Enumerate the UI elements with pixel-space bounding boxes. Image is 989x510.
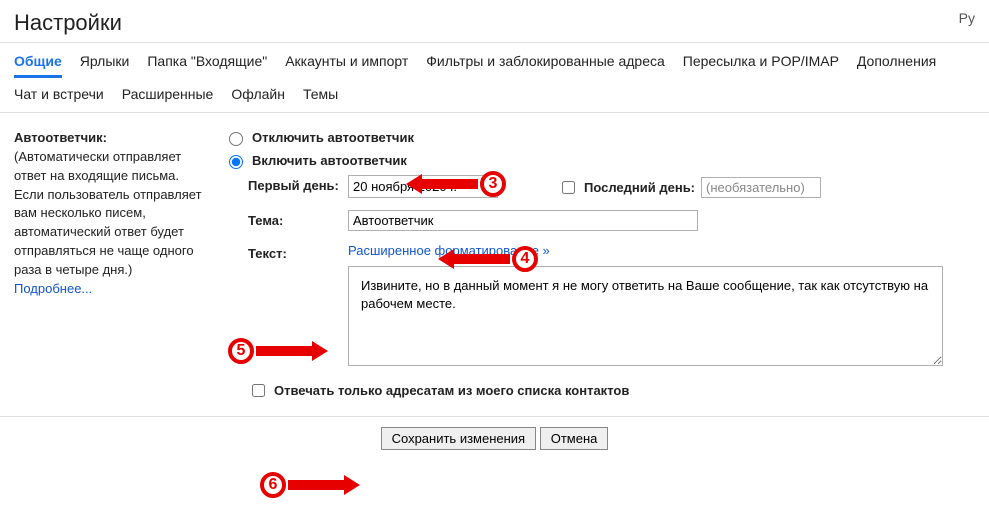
sidebar-title: Автоответчик: <box>14 130 107 145</box>
tab-labels[interactable]: Ярлыки <box>80 53 130 78</box>
rich-formatting-link[interactable]: Расширенное форматирование » <box>348 243 550 258</box>
save-button[interactable]: Сохранить изменения <box>381 427 537 450</box>
subject-input[interactable] <box>348 210 698 231</box>
contacts-only-label: Отвечать только адресатам из моего списк… <box>274 383 629 398</box>
tab-chat[interactable]: Чат и встречи <box>14 86 104 102</box>
radio-vacation-off-label: Отключить автоответчик <box>252 130 414 145</box>
sidebar-description: (Автоматически отправляет ответ на входя… <box>14 149 202 277</box>
last-day-label: Последний день: <box>584 180 695 195</box>
section-sidebar: Автоответчик: (Автоматически отправляет … <box>14 129 204 416</box>
tab-advanced[interactable]: Расширенные <box>122 86 214 102</box>
body-textarea[interactable] <box>348 266 943 366</box>
language-indicator[interactable]: Ру <box>959 10 975 36</box>
tab-general[interactable]: Общие <box>14 53 62 78</box>
contacts-only-checkbox[interactable] <box>252 384 265 397</box>
radio-vacation-on[interactable] <box>229 155 243 169</box>
button-row: Сохранить изменения Отмена <box>0 417 989 468</box>
subject-label: Тема: <box>248 210 348 228</box>
annotation-6: 6 <box>260 472 286 498</box>
first-day-input[interactable] <box>348 175 498 198</box>
tab-offline[interactable]: Офлайн <box>231 86 285 102</box>
tabs-secondary: Чат и встречи Расширенные Офлайн Темы <box>0 78 989 113</box>
tab-filters[interactable]: Фильтры и заблокированные адреса <box>426 53 665 78</box>
tab-inbox[interactable]: Папка "Входящие" <box>147 53 267 78</box>
tabs-primary: Общие Ярлыки Папка "Входящие" Аккаунты и… <box>0 42 989 78</box>
last-day-input <box>701 177 821 198</box>
tab-forwarding[interactable]: Пересылка и POP/IMAP <box>683 53 839 78</box>
tab-accounts[interactable]: Аккаунты и импорт <box>285 53 408 78</box>
section-form: Отключить автоответчик Включить автоотве… <box>224 129 975 416</box>
header: Настройки Ру <box>0 0 989 42</box>
last-day-checkbox[interactable] <box>562 181 575 194</box>
page-title: Настройки <box>14 10 122 36</box>
first-day-label: Первый день: <box>248 175 348 193</box>
body-label: Текст: <box>248 243 348 261</box>
cancel-button[interactable]: Отмена <box>540 427 609 450</box>
radio-vacation-on-label: Включить автоответчик <box>252 153 407 168</box>
tab-themes[interactable]: Темы <box>303 86 338 102</box>
radio-vacation-off[interactable] <box>229 132 243 146</box>
sidebar-more-link[interactable]: Подробнее... <box>14 281 92 296</box>
tab-addons[interactable]: Дополнения <box>857 53 936 78</box>
